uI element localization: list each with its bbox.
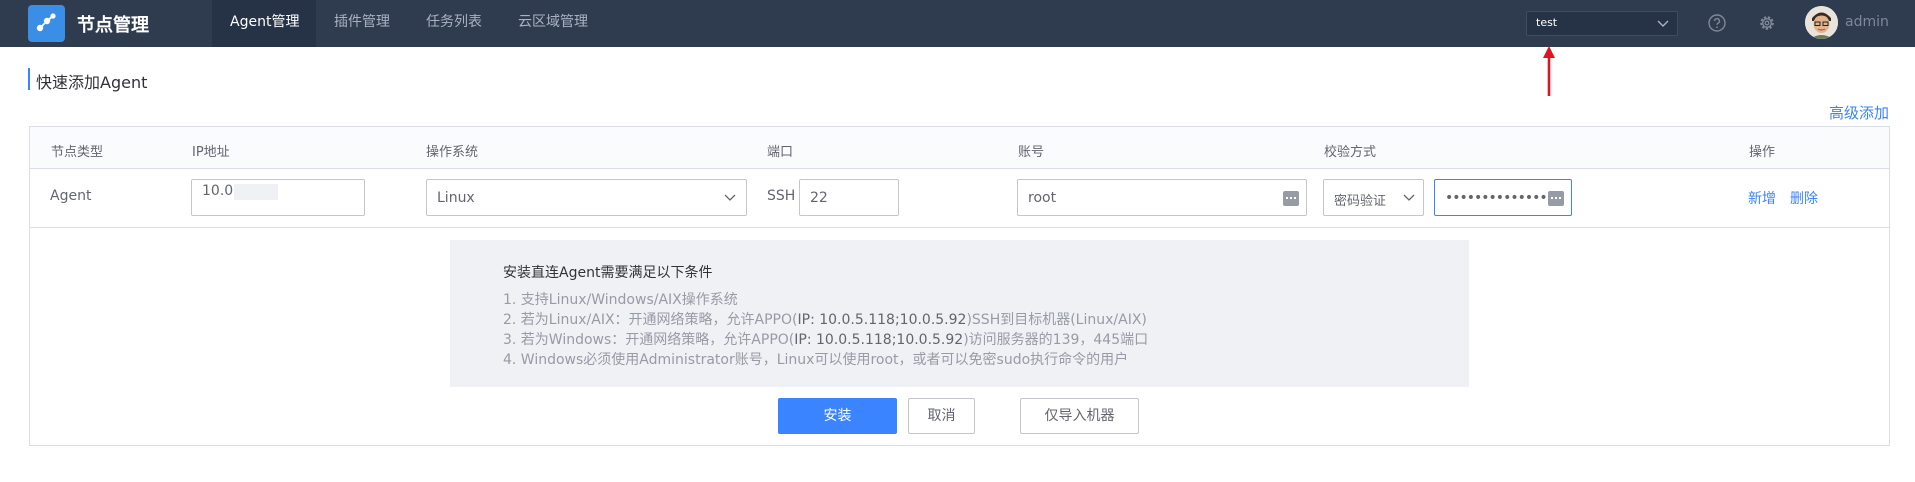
nav-task-list[interactable]: 任务列表 bbox=[426, 0, 482, 47]
app-logo-icon[interactable] bbox=[28, 5, 65, 42]
add-row-link[interactable]: 新增 bbox=[1748, 188, 1776, 208]
gear-icon[interactable] bbox=[1757, 13, 1777, 33]
chevron-down-icon bbox=[1657, 20, 1669, 27]
agent-table-panel: 节点类型 IP地址 操作系统 端口 账号 校验方式 操作 Agent 10.0 … bbox=[29, 126, 1890, 446]
import-only-button[interactable]: 仅导入机器 bbox=[1020, 398, 1139, 434]
cancel-button[interactable]: 取消 bbox=[908, 398, 975, 434]
requirement-line-4: 4. Windows必须使用Administrator账号，Linux可以使用r… bbox=[503, 352, 1129, 368]
port-input[interactable]: 22 bbox=[799, 179, 899, 216]
table-header: 节点类型 IP地址 操作系统 端口 账号 校验方式 操作 bbox=[30, 127, 1889, 169]
column-auth-method: 校验方式 bbox=[1324, 145, 1377, 160]
nav-plugin-management[interactable]: 插件管理 bbox=[334, 0, 390, 47]
help-icon[interactable] bbox=[1707, 13, 1727, 33]
column-account: 账号 bbox=[1018, 145, 1045, 160]
requirement-line-2: 2. 若为Linux/AIX：开通网络策略，允许APPO(IP: 10.0.5.… bbox=[503, 309, 1147, 329]
account-input-value: root bbox=[1028, 190, 1057, 206]
password-input[interactable]: •••••••••••••• bbox=[1434, 179, 1572, 216]
column-node-type: 节点类型 bbox=[51, 145, 104, 160]
requirement-line-3-ips: IP: 10.0.5.118;10.0.5.92 bbox=[794, 332, 964, 348]
tenant-select-value: test bbox=[1536, 16, 1558, 29]
auth-method-select[interactable]: 密码验证 bbox=[1323, 179, 1424, 216]
column-port: 端口 bbox=[767, 145, 794, 160]
column-actions: 操作 bbox=[1749, 145, 1776, 160]
os-select-value: Linux bbox=[437, 190, 475, 206]
account-input[interactable]: root bbox=[1017, 179, 1307, 216]
delete-row-link[interactable]: 删除 bbox=[1790, 188, 1818, 208]
auth-method-value: 密码验证 bbox=[1334, 194, 1387, 209]
requirements-title: 安装直连Agent需要满足以下条件 bbox=[503, 265, 713, 281]
requirement-line-3-text: 3. 若为Windows：开通网络策略，允许APPO( bbox=[503, 332, 795, 348]
user-name[interactable]: admin bbox=[1845, 14, 1889, 30]
page-title: 快速添加Agent bbox=[36, 73, 148, 92]
key-icon[interactable] bbox=[1548, 191, 1564, 206]
app-title[interactable]: 节点管理 bbox=[77, 11, 149, 37]
install-requirements-box: 安装直连Agent需要满足以下条件 1. 支持Linux/Windows/AIX… bbox=[450, 240, 1469, 387]
node-type-value: Agent bbox=[50, 188, 92, 204]
ip-input-value: 10.0 bbox=[202, 183, 234, 199]
advanced-add-link[interactable]: 高级添加 bbox=[1829, 102, 1889, 123]
install-button[interactable]: 安装 bbox=[778, 398, 897, 434]
chevron-down-icon bbox=[724, 194, 736, 201]
requirement-line-2-ips: IP: 10.0.5.118;10.0.5.92 bbox=[797, 312, 967, 328]
requirement-line-2-text: 2. 若为Linux/AIX：开通网络策略，允许APPO( bbox=[503, 312, 798, 328]
redacted-mask bbox=[234, 184, 278, 200]
port-input-value: 22 bbox=[810, 190, 828, 206]
requirement-line-3: 3. 若为Windows：开通网络策略，允许APPO(IP: 10.0.5.11… bbox=[503, 329, 1148, 349]
requirement-line-1: 1. 支持Linux/Windows/AIX操作系统 bbox=[503, 292, 738, 308]
password-input-value: •••••••••••••• bbox=[1445, 190, 1548, 206]
os-select[interactable]: Linux bbox=[426, 179, 747, 216]
requirement-line-2-tail: )SSH到目标机器(Linux/AIX) bbox=[966, 312, 1147, 328]
ip-input[interactable]: 10.0 bbox=[191, 179, 365, 216]
key-icon[interactable] bbox=[1283, 191, 1299, 206]
top-navbar: 节点管理 Agent管理 插件管理 任务列表 云区域管理 test admin bbox=[0, 0, 1915, 47]
annotation-arrow-icon bbox=[1543, 46, 1555, 96]
port-protocol-label: SSH bbox=[767, 188, 796, 204]
page-title-accent bbox=[28, 68, 30, 90]
tenant-select[interactable]: test bbox=[1526, 11, 1678, 36]
nav-cloud-area-management[interactable]: 云区域管理 bbox=[518, 0, 588, 47]
chevron-down-icon bbox=[1403, 194, 1415, 201]
nav-agent-management[interactable]: Agent管理 bbox=[212, 0, 316, 47]
column-ip: IP地址 bbox=[192, 145, 230, 160]
avatar[interactable] bbox=[1805, 6, 1838, 39]
table-row: Agent 10.0 Linux SSH 22 root 密码验证 ••••••… bbox=[30, 169, 1889, 228]
requirement-line-3-tail: )访问服务器的139，445端口 bbox=[963, 332, 1149, 348]
column-os: 操作系统 bbox=[426, 145, 479, 160]
